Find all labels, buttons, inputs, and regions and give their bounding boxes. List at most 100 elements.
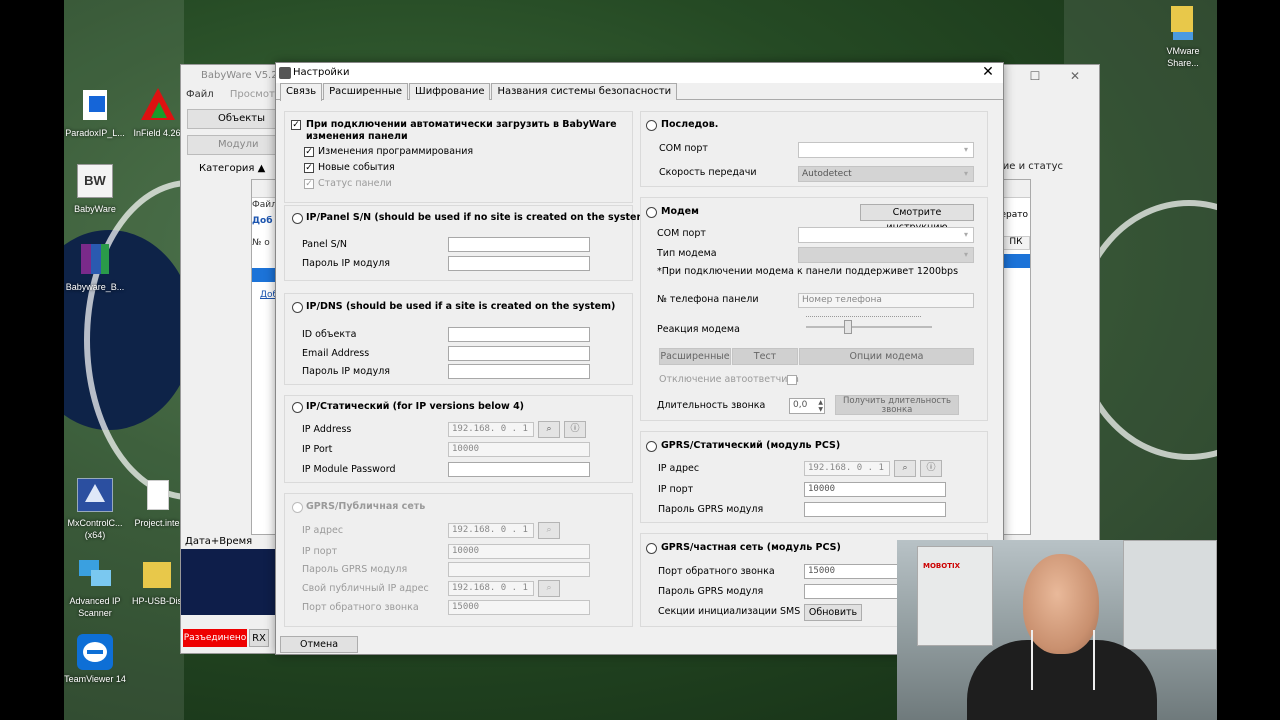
close-icon[interactable]: ✕ <box>1057 65 1093 87</box>
toolbar-objects-label: Объекты <box>218 113 266 124</box>
maximize-icon[interactable]: ☐ <box>1017 65 1053 87</box>
info-icon[interactable]: ⓘ <box>564 421 586 438</box>
email-input[interactable] <box>448 346 590 361</box>
cancel-button[interactable]: Отмена <box>280 636 358 653</box>
modem-com-dropdown[interactable]: ▾ <box>798 227 974 243</box>
ip-dns-radio[interactable] <box>292 302 303 313</box>
gprs-static-ip-input[interactable]: 192.168. 0 . 1 <box>804 461 890 476</box>
ip-panel-sn-panel: IP/Panel S/N (should be used if no site … <box>284 205 651 281</box>
close-icon[interactable]: ✕ <box>979 63 997 81</box>
panel-status-checkbox: ✓ <box>304 179 314 189</box>
desktop-icon-paradox[interactable]: ParadoxIP_L... <box>64 88 126 139</box>
gprs-static-port-input[interactable]: 10000 <box>804 482 946 497</box>
rx-indicator: RX <box>249 629 269 647</box>
desktop-icon-babyware-b[interactable]: Babyware_B... <box>64 242 126 293</box>
module-password-input[interactable] <box>448 462 590 477</box>
gprs-static-radio[interactable] <box>646 441 657 452</box>
ip-panel-sn-radio[interactable] <box>292 213 303 224</box>
desktop-icon-teamviewer[interactable]: TeamViewer 14 <box>64 634 126 685</box>
instructions-button[interactable]: Смотрите инструкцию <box>860 204 974 233</box>
info-icon[interactable]: ⓘ <box>920 460 942 477</box>
gprs-port-label: IP порт <box>302 546 338 557</box>
dns-ip-pass-input[interactable] <box>448 364 590 379</box>
wall-poster <box>917 546 993 646</box>
modem-test-button[interactable]: Тест <box>732 348 798 365</box>
desktop-icon-project[interactable]: Project.inte <box>126 478 188 529</box>
modem-options-button[interactable]: Опции модема <box>799 348 974 365</box>
reaction-slider-thumb[interactable] <box>844 320 852 334</box>
menu-view[interactable]: Просмотр <box>230 89 281 100</box>
ip-address-input[interactable]: 192.168. 0 . 1 <box>448 422 534 437</box>
desktop-icon-label: ParadoxIP_L... <box>65 128 125 138</box>
babyware-icon: BW <box>77 164 113 200</box>
serial-radio[interactable] <box>646 120 657 131</box>
desktop-icon-vmware[interactable]: VMware Share... <box>1152 6 1214 69</box>
gprs-public-radio <box>292 502 303 513</box>
mxcontrol-icon <box>77 478 113 514</box>
programming-changes-checkbox[interactable]: ✓ <box>304 147 314 157</box>
tab-connection[interactable]: Связь <box>280 83 323 101</box>
desktop-icon-advanced-ip[interactable]: Advanced IP Scanner <box>64 556 126 619</box>
new-events-checkbox[interactable]: ✓ <box>304 163 314 173</box>
desktop-icon-hp-usb[interactable]: HP-USB-Dis <box>126 556 188 607</box>
tab-encryption[interactable]: Шифрование <box>409 83 491 100</box>
module-password-label: IP Module Password <box>302 464 396 475</box>
selected-row-right[interactable] <box>1002 254 1030 268</box>
com-port-dropdown[interactable]: ▾ <box>798 142 974 158</box>
teamviewer-icon <box>77 634 113 670</box>
phone-input[interactable]: Номер телефона <box>798 293 974 308</box>
desktop-icon-babyware[interactable]: BW BabyWare <box>64 164 126 215</box>
gprs-ip-input: 192.168. 0 . 1 <box>448 523 534 538</box>
chevron-down-icon: ▾ <box>963 230 968 239</box>
wall-poster <box>1123 540 1217 650</box>
ip-pass-input[interactable] <box>448 256 590 271</box>
desktop-icon-label: Babyware_B... <box>65 282 125 292</box>
auto-load-label: При подключении автоматически загрузить … <box>306 119 617 142</box>
auto-answer-checkbox[interactable] <box>787 375 797 385</box>
auto-load-checkbox[interactable]: ✓ <box>291 120 301 130</box>
gprs-static-panel: GPRS/Статический (модуль PCS) IP адрес 1… <box>640 431 988 523</box>
gprs-static-pass-input[interactable] <box>804 502 946 517</box>
ip-static-panel: IP/Статический (for IP versions below 4)… <box>284 395 633 483</box>
gprs-public-panel: GPRS/Публичная сеть IP адрес 192.168. 0 … <box>284 493 633 627</box>
update-button[interactable]: Обновить <box>804 604 862 621</box>
desktop-icon-label: TeamViewer 14 <box>64 674 126 684</box>
toolbar-objects-button[interactable]: Объекты <box>187 109 279 129</box>
ip-static-radio[interactable] <box>292 402 303 413</box>
webcam-overlay: MOBOTIX <box>897 540 1217 720</box>
gprs-private-radio[interactable] <box>646 543 657 554</box>
auto-answer-label: Отключение автоответчика <box>659 374 799 385</box>
modem-advanced-button[interactable]: Расширенные <box>659 348 731 365</box>
desktop-icon-label: HP-USB-Dis <box>131 596 182 606</box>
desktop-icon-mxcontrol[interactable]: MxControlC... (x64) <box>64 478 126 541</box>
search-icon[interactable]: ⌕ <box>894 460 916 477</box>
ip-pass-label: Пароль IP модуля <box>302 258 391 269</box>
ring-duration-spinner[interactable]: 0,0 ▲ ▼ <box>789 398 825 414</box>
gprs-port-input: 10000 <box>448 544 590 559</box>
get-ring-duration-button[interactable]: Получить длительность звонка <box>835 395 959 415</box>
search-icon[interactable]: ⌕ <box>538 421 560 438</box>
phone-label: № телефона панели <box>657 294 759 305</box>
baud-rate-label: Скорость передачи <box>659 167 757 178</box>
modem-radio[interactable] <box>646 207 657 218</box>
serial-panel: Последов. COM порт ▾ Скорость передачи A… <box>640 111 988 187</box>
ip-port-input[interactable]: 10000 <box>448 442 590 457</box>
object-id-input[interactable] <box>448 327 590 342</box>
modem-type-dropdown[interactable]: ▾ <box>798 247 974 263</box>
tab-advanced[interactable]: Расширенные <box>323 83 409 100</box>
desktop-icon-infield[interactable]: InField 4.26 <box>126 88 188 139</box>
earphone-cable <box>1031 630 1033 690</box>
gprs-static-ip-label: IP адрес <box>658 463 700 474</box>
tab-bar: Связь Расширенные Шифрование Названия си… <box>280 83 678 101</box>
toolbar-modules-button[interactable]: Модули <box>187 135 279 155</box>
reaction-slider-track[interactable] <box>806 326 932 328</box>
spinner-arrows-icon[interactable]: ▲ ▼ <box>818 399 823 413</box>
baud-rate-dropdown[interactable]: Autodetect ▾ <box>798 166 974 182</box>
ip-port-label: IP Port <box>302 444 333 455</box>
menu-file[interactable]: Файл <box>186 89 214 100</box>
category-header[interactable]: Категория ▲ <box>185 161 273 177</box>
gprs-ip-label: IP адрес <box>302 525 344 536</box>
tab-system-names[interactable]: Названия системы безопасности <box>491 83 678 100</box>
com-port-label: COM порт <box>659 143 708 154</box>
panel-sn-input[interactable] <box>448 237 590 252</box>
